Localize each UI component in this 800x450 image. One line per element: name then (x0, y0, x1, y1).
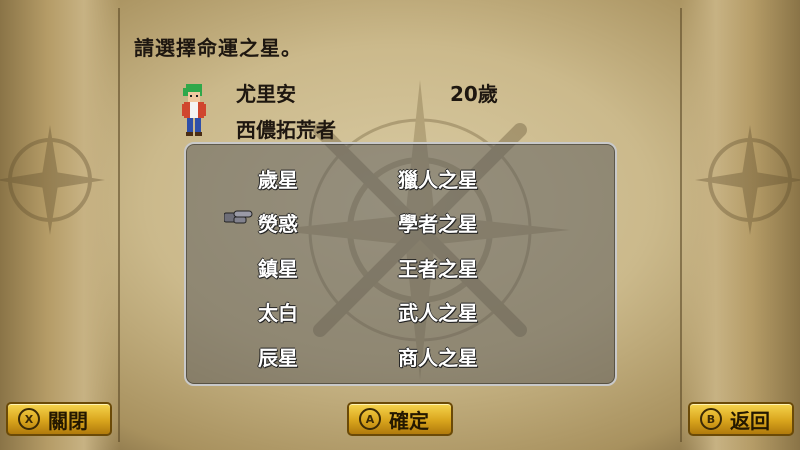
star-option-suixing[interactable]: 歲星 (258, 164, 298, 193)
b-key-icon: B (700, 408, 722, 430)
compass-ornament-icon (0, 125, 105, 235)
confirm-button[interactable]: A 確定 (347, 402, 453, 436)
character-sprite (182, 84, 206, 136)
star-option-zhenxing[interactable]: 鎮星 (258, 253, 298, 282)
star-option-yinghuo[interactable]: 熒惑 (258, 208, 298, 237)
x-key-icon: X (18, 408, 40, 430)
a-key-icon: A (359, 408, 381, 430)
close-button[interactable]: X 關閉 (6, 402, 112, 436)
character-age: 20歲 (450, 82, 498, 106)
star-selection-screen: 請選擇命運之星。 尤里安 20歲 西儂拓荒者 歲星 熒惑 鎮星 太白 辰星 獵人… (0, 0, 800, 450)
star-option-taibai[interactable]: 太白 (258, 297, 298, 326)
compass-ornament-icon (695, 125, 800, 235)
frame-divider-right (680, 8, 682, 442)
frame-divider-left (118, 8, 120, 442)
star-option-scholar[interactable]: 學者之星 (398, 208, 478, 237)
back-button-label: 返回 (730, 408, 770, 433)
close-button-label: 關閉 (48, 408, 88, 433)
star-option-merchant[interactable]: 商人之星 (398, 342, 478, 371)
dialog-prompt: 請選擇命運之星。 (134, 36, 302, 60)
confirm-button-label: 確定 (389, 408, 429, 433)
star-option-chenxing[interactable]: 辰星 (258, 342, 298, 371)
back-button[interactable]: B 返回 (688, 402, 794, 436)
star-option-hunter[interactable]: 獵人之星 (398, 164, 478, 193)
character-name: 尤里安 (236, 82, 296, 106)
pointing-gauntlet-icon (224, 210, 253, 224)
character-class: 西儂拓荒者 (236, 118, 336, 142)
star-option-king[interactable]: 王者之星 (398, 253, 478, 282)
star-option-warrior[interactable]: 武人之星 (398, 297, 478, 326)
